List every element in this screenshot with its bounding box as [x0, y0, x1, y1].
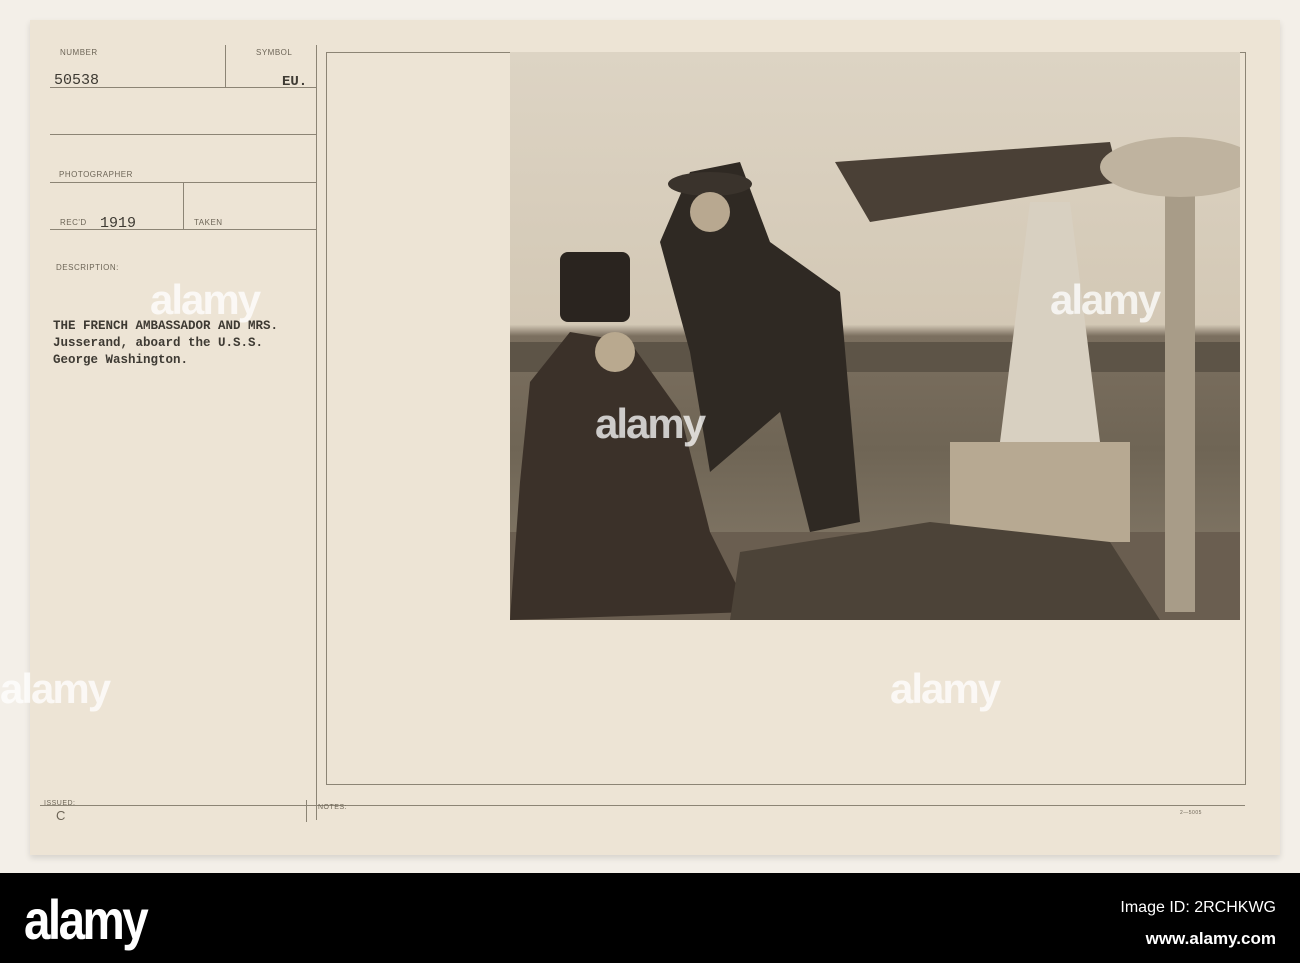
photo-frame-left [326, 52, 327, 784]
pedestal [1165, 172, 1195, 612]
description-line: George Washington. [53, 353, 189, 367]
watermark: alamy [890, 665, 1001, 712]
divider [225, 45, 226, 87]
symbol-label: SYMBOL [256, 48, 293, 57]
stock-footer: alamy Image ID: 2RCHKWG www.alamy.com [0, 873, 1300, 963]
watermark: alamy [595, 400, 706, 447]
notes-label: NOTES: [318, 804, 348, 811]
recd-value: 1919 [100, 215, 137, 232]
photo-frame-right [1245, 52, 1246, 784]
taken-label: TAKEN [194, 218, 223, 227]
divider [183, 183, 184, 229]
description-label: DESCRIPTION: [56, 263, 119, 272]
alamy-logo: alamy [24, 888, 149, 951]
number-value: 50538 [54, 72, 100, 89]
divider [40, 805, 1245, 806]
photo-scene [510, 137, 1240, 620]
divider [306, 800, 307, 822]
form-code: 2—5005 [1180, 810, 1202, 816]
man-face [690, 192, 730, 232]
basin [1100, 137, 1240, 197]
divider [50, 134, 316, 135]
watermark: alamy [1050, 276, 1161, 323]
watermark: alamy [0, 665, 111, 712]
recd-label: REC'D [60, 218, 87, 227]
issued-value: C [56, 808, 66, 823]
issued-label: ISSUED: [44, 800, 76, 807]
symbol-value: EU. [282, 74, 308, 90]
divider [50, 229, 316, 230]
image-id: Image ID: 2RCHKWG [1120, 899, 1276, 916]
site-url[interactable]: www.alamy.com [1146, 929, 1276, 949]
description-text: THE FRENCH AMBASSADOR AND MRS. Jusserand… [53, 318, 278, 369]
divider [50, 182, 316, 183]
description-line: Jusserand, aboard the U.S.S. [53, 336, 264, 350]
woman-hat [560, 252, 630, 322]
photo-frame-bottom [326, 784, 1246, 785]
watermark: alamy [150, 276, 261, 323]
machine-gun [835, 142, 1120, 222]
divider [316, 45, 317, 820]
photograph [510, 52, 1240, 620]
gun-base [950, 442, 1130, 542]
number-label: NUMBER [60, 48, 98, 57]
woman-face [595, 332, 635, 372]
photographer-label: PHOTOGRAPHER [59, 170, 133, 179]
